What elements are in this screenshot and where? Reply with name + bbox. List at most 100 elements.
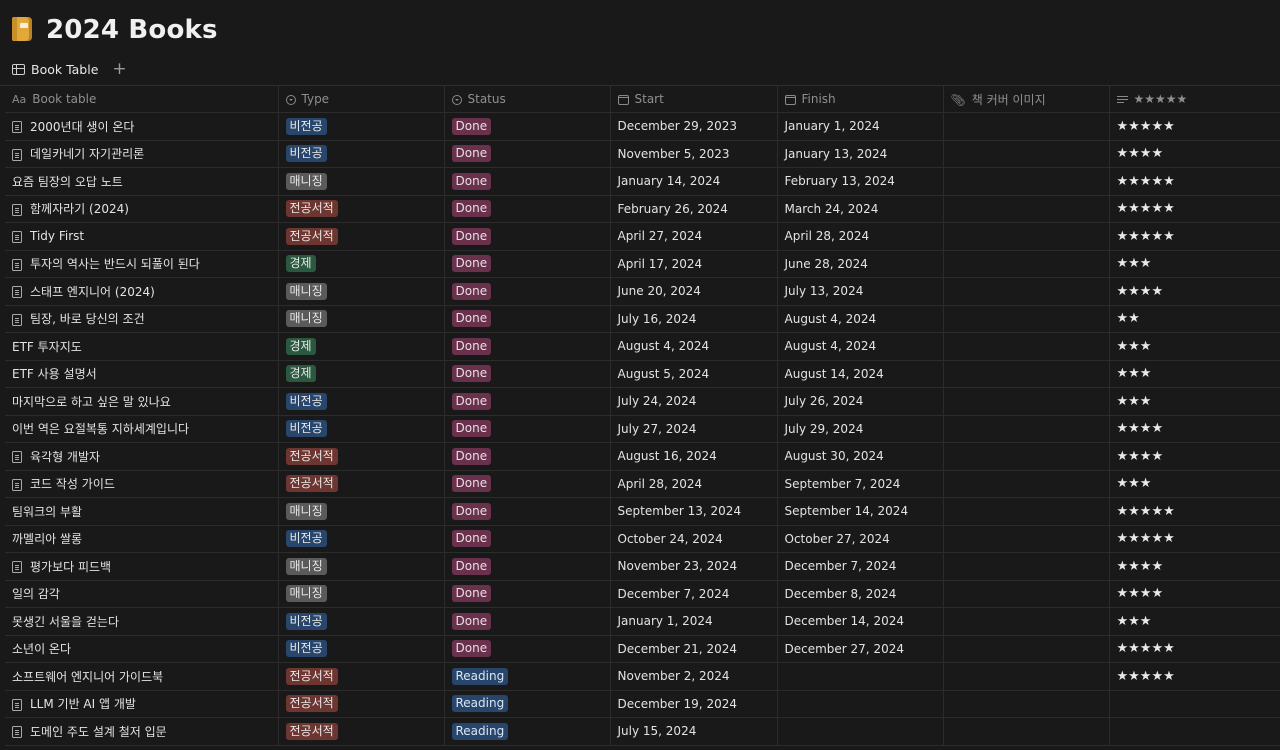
cell-cover-image[interactable]	[943, 580, 1110, 608]
cell-finish[interactable]: February 13, 2024	[777, 167, 944, 196]
table-row[interactable]: 육각형 개발자 전공서적 Done August 16, 2024 August 30,…	[5, 442, 1280, 471]
cell-rating[interactable]: ★★★	[1109, 360, 1280, 388]
cell-rating[interactable]: ★★★★	[1109, 580, 1280, 608]
cell-cover-image[interactable]	[943, 497, 1110, 526]
cell-cover-image[interactable]	[943, 140, 1110, 168]
cell-type[interactable]: 전공서적	[278, 690, 445, 718]
book-title[interactable]: ETF 투자지도	[12, 340, 82, 354]
cell-title[interactable]: 팀장, 바로 당신의 조건	[5, 305, 279, 333]
cell-title[interactable]: 스태프 엔지니어 (2024)	[5, 277, 279, 306]
cell-status[interactable]: Done	[444, 195, 611, 223]
book-title[interactable]: 2000년대 생이 온다	[30, 120, 134, 134]
cell-finish[interactable]: December 27, 2024	[777, 635, 944, 663]
cell-finish[interactable]: January 13, 2024	[777, 140, 944, 168]
cell-start[interactable]: November 2, 2024	[610, 662, 778, 691]
cell-start[interactable]: July 27, 2024	[610, 415, 778, 443]
table-row[interactable]: 코드 작성 가이드 전공서적 Done April 28, 2024 September…	[5, 470, 1280, 498]
book-title[interactable]: 못생긴 서울을 걷는다	[12, 615, 119, 629]
cell-type[interactable]: 경제	[278, 250, 445, 278]
cell-finish[interactable]: July 26, 2024	[777, 387, 944, 416]
column-header-finish[interactable]: Finish	[777, 86, 944, 113]
column-header-rating[interactable]: ★★★★★	[1109, 86, 1280, 113]
cell-start[interactable]: September 13, 2024	[610, 497, 778, 526]
cell-status[interactable]: Done	[444, 607, 611, 636]
cell-start[interactable]: July 16, 2024	[610, 305, 778, 333]
cell-cover-image[interactable]	[943, 195, 1110, 223]
book-title[interactable]: Tidy First	[30, 229, 84, 243]
cell-rating[interactable]	[1109, 717, 1280, 746]
cell-cover-image[interactable]	[943, 525, 1110, 553]
cell-type[interactable]: 매니징	[278, 167, 445, 196]
cell-type[interactable]: 전공서적	[278, 717, 445, 746]
cell-status[interactable]: Done	[444, 525, 611, 553]
cell-finish[interactable]: December 7, 2024	[777, 552, 944, 581]
cell-type[interactable]: 비전공	[278, 112, 445, 141]
table-row[interactable]: 까멜리아 쌀롱 비전공 Done October 24, 2024 October 27…	[5, 525, 1280, 553]
book-title[interactable]: 이번 역은 요절복통 지하세계입니다	[12, 422, 189, 436]
table-row[interactable]: 데일카네기 자기관리론 비전공 Done November 5, 2023 Januar…	[5, 140, 1280, 168]
cell-finish[interactable]: September 7, 2024	[777, 470, 944, 498]
book-title[interactable]: 함께자라기 (2024)	[30, 202, 129, 216]
book-title[interactable]: 소년이 온다	[12, 642, 71, 656]
cell-status[interactable]: Done	[444, 415, 611, 443]
cell-finish[interactable]: August 14, 2024	[777, 360, 944, 388]
book-title[interactable]: 투자의 역사는 반드시 되풀이 된다	[30, 257, 200, 271]
cell-type[interactable]: 비전공	[278, 607, 445, 636]
add-view-button[interactable]: +	[112, 60, 126, 78]
cell-status[interactable]: Done	[444, 167, 611, 196]
table-row[interactable]: 팀워크의 부활 매니징 Done September 13, 2024 Septembe…	[5, 497, 1280, 526]
cell-status[interactable]: Done	[444, 250, 611, 278]
cell-title[interactable]: 일의 감각	[5, 580, 279, 608]
cell-finish[interactable]: July 29, 2024	[777, 415, 944, 443]
book-title[interactable]: 스태프 엔지니어 (2024)	[30, 285, 155, 299]
cell-finish[interactable]: August 4, 2024	[777, 305, 944, 333]
cell-title[interactable]: 데일카네기 자기관리론	[5, 140, 279, 168]
cell-cover-image[interactable]	[943, 222, 1110, 251]
cell-cover-image[interactable]	[943, 607, 1110, 636]
book-title[interactable]: 소프트웨어 엔지니어 가이드북	[12, 670, 163, 684]
cell-type[interactable]: 전공서적	[278, 662, 445, 691]
table-row[interactable]: 함께자라기 (2024) 전공서적 Done February 26, 2024 Mar…	[5, 195, 1280, 223]
book-emoji-icon[interactable]	[10, 16, 36, 44]
book-title[interactable]: 요즘 팀장의 오답 노트	[12, 175, 123, 189]
cell-start[interactable]: November 5, 2023	[610, 140, 778, 168]
table-row[interactable]: 평가보다 피드백 매니징 Done November 23, 2024 December…	[5, 552, 1280, 581]
cell-status[interactable]: Done	[444, 497, 611, 526]
cell-rating[interactable]: ★★★	[1109, 332, 1280, 361]
cell-rating[interactable]: ★★★★★	[1109, 167, 1280, 196]
cell-cover-image[interactable]	[943, 662, 1110, 691]
column-header-start[interactable]: Start	[610, 86, 778, 113]
cell-title[interactable]: 평가보다 피드백	[5, 552, 279, 581]
cell-type[interactable]: 전공서적	[278, 222, 445, 251]
cell-title[interactable]: 요즘 팀장의 오답 노트	[5, 167, 279, 196]
cell-start[interactable]: June 20, 2024	[610, 277, 778, 306]
cell-rating[interactable]: ★★★★★	[1109, 195, 1280, 223]
cell-status[interactable]: Done	[444, 277, 611, 306]
cell-start[interactable]: December 21, 2024	[610, 635, 778, 663]
cell-rating[interactable]: ★★★	[1109, 387, 1280, 416]
cell-rating[interactable]: ★★★★★	[1109, 525, 1280, 553]
cell-status[interactable]: Reading	[444, 717, 611, 746]
table-row[interactable]: 스태프 엔지니어 (2024) 매니징 Done June 20, 2024 July …	[5, 277, 1280, 306]
cell-status[interactable]: Done	[444, 635, 611, 663]
cell-title[interactable]: ETF 투자지도	[5, 332, 279, 361]
book-title[interactable]: 육각형 개발자	[30, 450, 100, 464]
cell-start[interactable]: August 16, 2024	[610, 442, 778, 471]
cell-type[interactable]: 전공서적	[278, 195, 445, 223]
cell-cover-image[interactable]	[943, 470, 1110, 498]
cell-status[interactable]: Done	[444, 442, 611, 471]
cell-type[interactable]: 매니징	[278, 552, 445, 581]
book-title[interactable]: 평가보다 피드백	[30, 560, 111, 574]
cell-finish[interactable]: October 27, 2024	[777, 525, 944, 553]
cell-rating[interactable]: ★★★	[1109, 607, 1280, 636]
cell-type[interactable]: 전공서적	[278, 470, 445, 498]
cell-cover-image[interactable]	[943, 360, 1110, 388]
cell-start[interactable]: February 26, 2024	[610, 195, 778, 223]
cell-status[interactable]: Done	[444, 222, 611, 251]
cell-start[interactable]: January 1, 2024	[610, 607, 778, 636]
cell-status[interactable]: Done	[444, 305, 611, 333]
cell-title[interactable]: 못생긴 서울을 걷는다	[5, 607, 279, 636]
cell-status[interactable]: Done	[444, 140, 611, 168]
column-header-cover-image[interactable]: 📎︎ 책 커버 이미지	[943, 86, 1110, 113]
book-title[interactable]: LLM 기반 AI 앱 개발	[30, 697, 136, 711]
